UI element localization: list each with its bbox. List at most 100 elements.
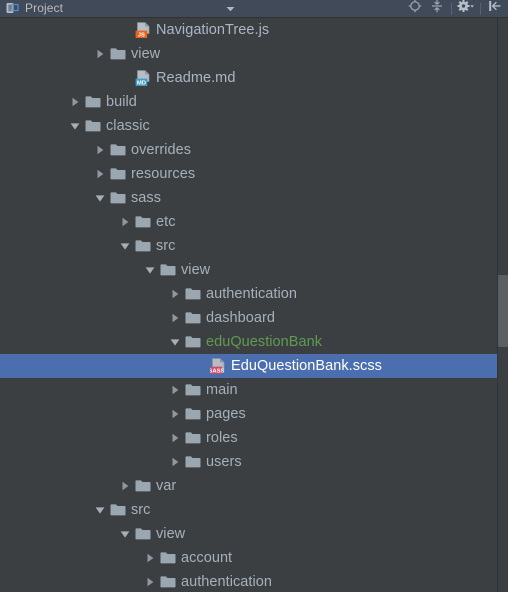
triangle-right-icon[interactable] [167, 402, 183, 426]
tree-row-label: view [131, 46, 161, 62]
tree-row-folder[interactable]: view [0, 42, 508, 66]
folder-icon [108, 186, 128, 210]
tree-row-folder[interactable]: classic [0, 114, 508, 138]
tree-row-folder[interactable]: authentication [0, 570, 508, 592]
chevron-down-icon[interactable] [222, 0, 238, 17]
md-file-icon: MD [133, 66, 153, 90]
folder-icon [183, 330, 203, 354]
tree-row-label: Readme.md [156, 70, 236, 86]
triangle-right-icon[interactable] [142, 570, 158, 592]
project-tool-window: Project JS NavigationTree.js view MD Rea… [0, 0, 508, 592]
folder-icon [108, 498, 128, 522]
tool-window-toolbar [404, 0, 506, 17]
triangle-down-icon[interactable] [117, 522, 133, 546]
folder-icon [183, 402, 203, 426]
folder-icon [108, 162, 128, 186]
triangle-right-icon[interactable] [92, 42, 108, 66]
tree-row-file[interactable]: MD Readme.md [0, 66, 508, 90]
triangle-right-icon[interactable] [167, 426, 183, 450]
folder-icon [108, 138, 128, 162]
tree-row-label: EduQuestionBank.scss [231, 358, 382, 374]
tree-row-label: src [131, 502, 151, 518]
folder-icon [158, 570, 178, 592]
hide-button[interactable] [484, 0, 506, 17]
svg-text:MD: MD [136, 80, 145, 86]
tree-row-folder[interactable]: main [0, 378, 508, 402]
gear-icon [457, 0, 475, 18]
toolbar-separator-2 [480, 2, 481, 15]
folder-icon [133, 234, 153, 258]
tree-row-folder[interactable]: roles [0, 426, 508, 450]
tree-row-folder[interactable]: overrides [0, 138, 508, 162]
tool-window-title: Project [25, 1, 64, 15]
tool-window-title-group[interactable]: Project [0, 2, 63, 15]
crosshair-target-icon [408, 0, 422, 18]
tree-row-folder[interactable]: view [0, 522, 508, 546]
hide-panel-icon [488, 0, 502, 18]
vertical-scrollbar-thumb[interactable] [498, 275, 508, 347]
folder-icon [183, 426, 203, 450]
tree-row-folder[interactable]: pages [0, 402, 508, 426]
triangle-right-icon[interactable] [67, 90, 83, 114]
tree-row-label: etc [156, 214, 176, 230]
tree-row-folder[interactable]: build [0, 90, 508, 114]
project-tree[interactable]: JS NavigationTree.js view MD Readme.md build c… [0, 18, 508, 592]
tree-row-label: authentication [206, 286, 297, 302]
tree-row-label: main [206, 382, 238, 398]
triangle-down-icon[interactable] [142, 258, 158, 282]
folder-icon [83, 90, 103, 114]
tree-row-file[interactable]: JS NavigationTree.js [0, 18, 508, 42]
js-file-icon: JS [133, 18, 153, 42]
tree-row-file[interactable]: SASS EduQuestionBank.scss [0, 354, 508, 378]
tree-row-folder[interactable]: sass [0, 186, 508, 210]
tree-row-folder[interactable]: dashboard [0, 306, 508, 330]
tree-row-label: var [156, 478, 177, 494]
folder-icon [133, 210, 153, 234]
tree-row-folder[interactable]: src [0, 498, 508, 522]
tree-row-label: overrides [131, 142, 192, 158]
collapse-all-button[interactable] [426, 0, 448, 17]
tree-row-label: view [156, 526, 186, 542]
tree-row-folder[interactable]: view [0, 258, 508, 282]
svg-text:SASS: SASS [210, 368, 224, 374]
triangle-right-icon[interactable] [117, 210, 133, 234]
tree-row-label: build [106, 94, 137, 110]
tree-row-folder[interactable]: etc [0, 210, 508, 234]
folder-icon [133, 474, 153, 498]
tree-row-folder[interactable]: users [0, 450, 508, 474]
triangle-right-icon[interactable] [117, 474, 133, 498]
triangle-down-icon[interactable] [117, 234, 133, 258]
tree-row-folder[interactable]: authentication [0, 282, 508, 306]
triangle-right-icon[interactable] [167, 306, 183, 330]
triangle-down-icon[interactable] [92, 186, 108, 210]
triangle-right-icon[interactable] [167, 378, 183, 402]
tree-row-folder[interactable]: account [0, 546, 508, 570]
toolbar-separator-1 [451, 2, 452, 15]
folder-icon [158, 546, 178, 570]
scroll-from-source-button[interactable] [404, 0, 426, 17]
tree-row-label: classic [106, 118, 150, 134]
sass-file-icon: SASS [208, 354, 228, 378]
vertical-scrollbar[interactable] [498, 18, 508, 592]
triangle-down-icon[interactable] [67, 114, 83, 138]
triangle-down-icon[interactable] [167, 330, 183, 354]
triangle-down-icon[interactable] [92, 498, 108, 522]
triangle-right-icon[interactable] [92, 138, 108, 162]
triangle-right-icon[interactable] [142, 546, 158, 570]
tree-row-label: pages [206, 406, 246, 422]
tree-row-label: account [181, 550, 233, 566]
triangle-right-icon[interactable] [167, 282, 183, 306]
tree-row-folder[interactable]: eduQuestionBank [0, 330, 508, 354]
folder-icon [183, 282, 203, 306]
tree-row-label: users [206, 454, 242, 470]
tree-row-folder[interactable]: src [0, 234, 508, 258]
folder-icon [83, 114, 103, 138]
tree-row-folder[interactable]: resources [0, 162, 508, 186]
triangle-right-icon[interactable] [92, 162, 108, 186]
settings-button[interactable] [455, 0, 477, 17]
triangle-right-icon[interactable] [167, 450, 183, 474]
tree-row-label: view [181, 262, 211, 278]
collapse-all-icon [430, 0, 444, 18]
tree-row-folder[interactable]: var [0, 474, 508, 498]
tool-window-header: Project [0, 0, 508, 18]
